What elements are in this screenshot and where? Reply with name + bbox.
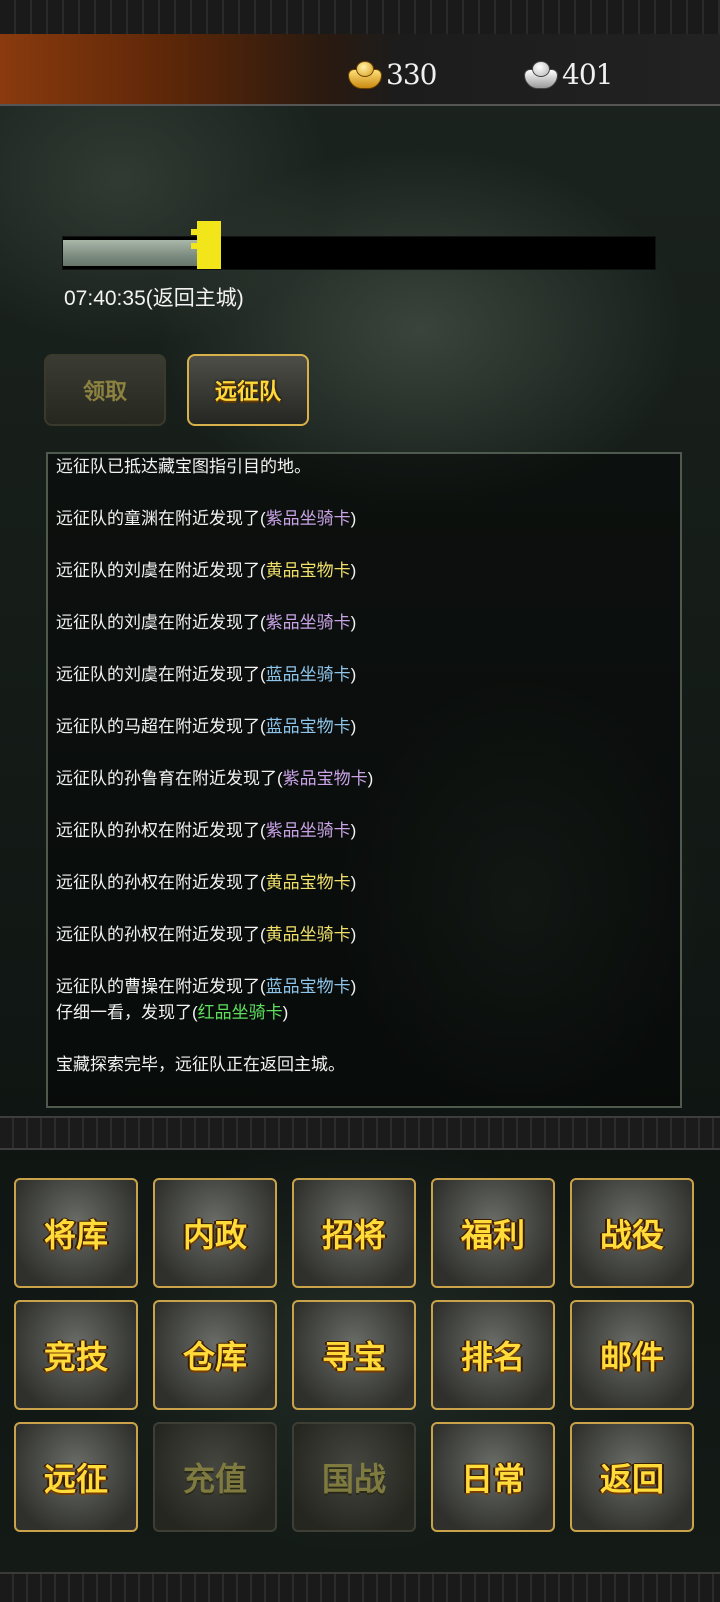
log-entry-item: 紫品坐骑卡 (265, 821, 351, 840)
log-entry-item: 蓝品坐骑卡 (265, 665, 351, 684)
menu-button[interactable]: 国战 (292, 1422, 416, 1532)
resource-bar: 330 401 (0, 34, 720, 106)
gold-counter: 330 (346, 54, 437, 94)
log-entry-text: 远征队的刘虞在附近发现了( (56, 561, 266, 580)
log-entry-suffix: ) (367, 769, 374, 788)
expedition-team-button[interactable]: 远征队 (187, 354, 309, 426)
log-entry: 远征队的孙权在附近发现了(黄品坐骑卡) (56, 922, 672, 948)
silver-value: 401 (562, 57, 613, 91)
menu-button[interactable]: 仓库 (153, 1300, 277, 1410)
expedition-progress-fill (63, 240, 199, 266)
log-entry-suffix: ) (350, 821, 357, 840)
log-entry-suffix: ) (350, 665, 357, 684)
log-entry-text: 远征队的童渊在附近发现了( (56, 509, 266, 528)
log-entry-item: 红品坐骑卡 (197, 1003, 283, 1022)
log-entry: 远征队的孙鲁育在附近发现了(紫品宝物卡) (56, 766, 672, 792)
menu-button[interactable]: 战役 (570, 1178, 694, 1288)
log-entry-item: 紫品坐骑卡 (265, 613, 351, 632)
log-entry-suffix: ) (350, 717, 357, 736)
log-entry: 远征队的刘虞在附近发现了(蓝品坐骑卡) (56, 662, 672, 688)
log-entry: 远征队的马超在附近发现了(蓝品宝物卡) (56, 714, 672, 740)
menu-button[interactable]: 远征 (14, 1422, 138, 1532)
menu-button[interactable]: 竞技 (14, 1300, 138, 1410)
log-entry-text: 远征队的刘虞在附近发现了( (56, 665, 266, 684)
log-entry-item: 紫品坐骑卡 (265, 509, 351, 528)
menu-button[interactable]: 日常 (431, 1422, 555, 1532)
log-entry-text: 仔细一看，发现了( (56, 1003, 198, 1022)
log-entry-text: 远征队的刘虞在附近发现了( (56, 613, 266, 632)
bottom-border (0, 1572, 720, 1602)
menu-button[interactable]: 返回 (570, 1422, 694, 1532)
menu-button[interactable]: 福利 (431, 1178, 555, 1288)
log-entry-suffix: ) (350, 613, 357, 632)
log-entry: 远征队的刘虞在附近发现了(紫品坐骑卡) (56, 610, 672, 636)
log-finish: 宝藏探索完毕，远征队正在返回主城。 (56, 1055, 345, 1074)
log-entry-item: 黄品宝物卡 (265, 873, 351, 892)
log-entry-text: 远征队的孙权在附近发现了( (56, 873, 266, 892)
log-entry: 远征队的孙权在附近发现了(黄品宝物卡) (56, 870, 672, 896)
menu-button[interactable]: 内政 (153, 1178, 277, 1288)
log-entry-item: 黄品宝物卡 (265, 561, 351, 580)
top-border (0, 0, 720, 36)
menu-button[interactable]: 将库 (14, 1178, 138, 1288)
expedition-timer: 07:40:35(返回主城) (64, 287, 244, 310)
log-entry-text: 远征队的孙权在附近发现了( (56, 925, 266, 944)
log-entry-suffix: ) (350, 561, 357, 580)
log-entry-suffix: ) (282, 1003, 289, 1022)
log-entry-item: 紫品宝物卡 (282, 769, 368, 788)
menu-button[interactable]: 寻宝 (292, 1300, 416, 1410)
log-entry: 远征队的孙权在附近发现了(紫品坐骑卡) (56, 818, 672, 844)
progress-marker-icon (191, 221, 221, 269)
menu-button[interactable]: 充值 (153, 1422, 277, 1532)
expedition-log[interactable]: 远征队已抵达藏宝图指引目的地。 远征队的童渊在附近发现了(紫品坐骑卡) 远征队的刘… (46, 452, 682, 1108)
log-entry-item: 黄品坐骑卡 (265, 925, 351, 944)
menu-button[interactable]: 邮件 (570, 1300, 694, 1410)
log-entry-suffix: ) (350, 509, 357, 528)
log-entry-suffix: ) (350, 873, 357, 892)
silver-counter: 401 (522, 54, 613, 94)
claim-button[interactable]: 领取 (44, 354, 166, 426)
gold-value: 330 (386, 57, 437, 91)
log-entry: 远征队的曹操在附近发现了(蓝品宝物卡) (56, 974, 672, 1000)
menu-button[interactable]: 招将 (292, 1178, 416, 1288)
expedition-progress-bar (62, 221, 656, 270)
log-intro: 远征队已抵达藏宝图指引目的地。 (56, 457, 311, 476)
log-entry: 远征队的刘虞在附近发现了(黄品宝物卡) (56, 558, 672, 584)
log-entry: 仔细一看，发现了(红品坐骑卡) (56, 1000, 672, 1026)
log-entry-text: 远征队的孙权在附近发现了( (56, 821, 266, 840)
gold-ingot-icon (346, 59, 382, 89)
log-entry-text: 远征队的马超在附近发现了( (56, 717, 266, 736)
log-entry: 远征队的童渊在附近发现了(紫品坐骑卡) (56, 506, 672, 532)
log-entry-item: 蓝品宝物卡 (265, 977, 351, 996)
log-entry-suffix: ) (350, 977, 357, 996)
log-entry-suffix: ) (350, 925, 357, 944)
log-entry-text: 远征队的孙鲁育在附近发现了( (56, 769, 283, 788)
silver-ingot-icon (522, 59, 558, 89)
log-entry-item: 蓝品宝物卡 (265, 717, 351, 736)
section-divider (0, 1116, 720, 1150)
log-entry-text: 远征队的曹操在附近发现了( (56, 977, 266, 996)
menu-button[interactable]: 排名 (431, 1300, 555, 1410)
